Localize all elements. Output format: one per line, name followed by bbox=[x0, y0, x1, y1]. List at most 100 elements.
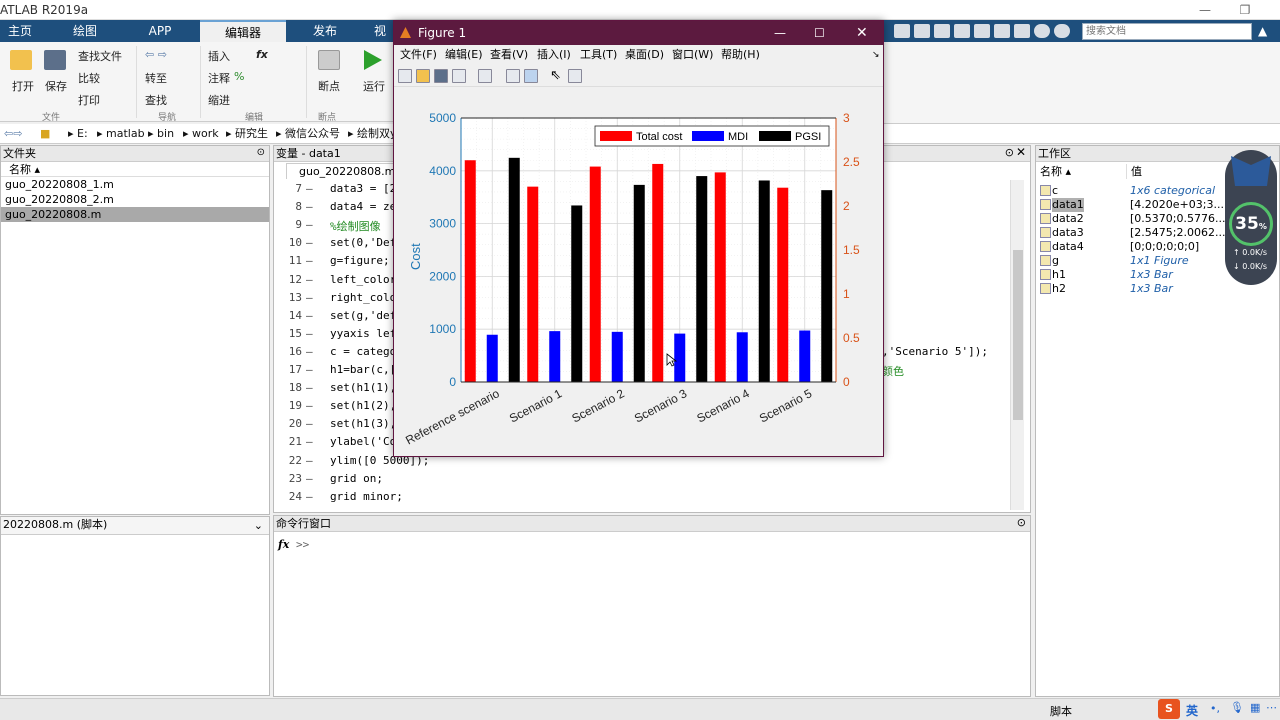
file-item[interactable]: guo_20220808_2.m bbox=[1, 192, 269, 207]
find-button[interactable]: 查找 bbox=[145, 92, 167, 108]
filter-icon[interactable]: ▲ bbox=[1258, 24, 1267, 38]
search-input[interactable]: 搜索文档 bbox=[1082, 23, 1252, 40]
code-line[interactable]: set(h1(2), bbox=[330, 399, 396, 412]
save-figure-icon[interactable] bbox=[434, 69, 448, 83]
breadcrumb-segment[interactable]: ▸ work bbox=[183, 124, 219, 143]
maximize-icon[interactable]: ☐ bbox=[814, 21, 825, 45]
file-item-selected[interactable]: guo_20220808.m bbox=[1, 207, 269, 222]
breakpoint-gutter[interactable]: — bbox=[306, 254, 313, 267]
breakpoint-gutter[interactable]: — bbox=[306, 490, 313, 503]
folder-open-icon[interactable] bbox=[10, 50, 32, 70]
comment-button[interactable]: 注释 bbox=[208, 70, 230, 86]
breadcrumb-segment[interactable]: ▸ E: bbox=[68, 124, 88, 143]
goto-button[interactable]: 转至 bbox=[145, 70, 167, 86]
menu-tools[interactable]: 工具(T) bbox=[580, 45, 617, 65]
menu-insert[interactable]: 插入(I) bbox=[537, 45, 571, 65]
figure-title-bar[interactable]: Figure 1 — ☐ ✕ bbox=[394, 21, 883, 45]
close-icon[interactable]: ✕ bbox=[1016, 145, 1026, 159]
breadcrumb-segment[interactable]: ▸ bin bbox=[148, 124, 174, 143]
edit-plot-arrow-icon[interactable]: ⇖ bbox=[550, 68, 561, 83]
panel-menu-icon[interactable]: ⊙ bbox=[1005, 146, 1014, 159]
panel-menu-icon[interactable]: ⊙ bbox=[257, 147, 265, 158]
breakpoint-gutter[interactable]: — bbox=[306, 309, 313, 322]
code-line[interactable]: grid minor; bbox=[330, 490, 403, 503]
breakpoint-gutter[interactable]: — bbox=[306, 363, 313, 376]
close-icon[interactable]: ✕ bbox=[856, 21, 868, 45]
code-line[interactable]: set(h1(1), bbox=[330, 381, 396, 394]
print-figure-icon[interactable] bbox=[452, 69, 466, 83]
percent-icon[interactable]: % bbox=[234, 70, 244, 83]
tab-home[interactable]: 主页 bbox=[0, 20, 40, 42]
print-button[interactable]: 打印 bbox=[78, 92, 100, 108]
compare-button[interactable]: 比较 bbox=[78, 70, 100, 86]
column-header-name[interactable]: 名称 ▴ bbox=[1, 162, 269, 177]
dropdown-icon[interactable] bbox=[1054, 24, 1070, 38]
minimize-icon[interactable]: — bbox=[1190, 2, 1220, 18]
restore-icon[interactable]: ❐ bbox=[1230, 2, 1260, 18]
code-line[interactable]: grid on; bbox=[330, 472, 383, 485]
code-line[interactable]: set(0,'Def bbox=[330, 236, 396, 249]
code-line[interactable]: set(g,'def bbox=[330, 309, 396, 322]
breakpoint-icon[interactable] bbox=[318, 50, 340, 70]
network-speed-widget[interactable]: 35% ↑ 0.0K/s ↓ 0.0K/s bbox=[1225, 150, 1277, 285]
code-line[interactable]: g=figure; bbox=[330, 254, 390, 267]
menu-help[interactable]: 帮助(H) bbox=[721, 45, 760, 65]
menu-desktop[interactable]: 桌面(D) bbox=[625, 45, 664, 65]
code-line[interactable]: %绘制图像 bbox=[330, 218, 381, 234]
fx-icon[interactable]: fx bbox=[256, 48, 268, 61]
editor-scrollbar[interactable] bbox=[1010, 180, 1024, 510]
breadcrumb-segment[interactable]: ▸ 绘制双y bbox=[348, 124, 397, 143]
find-files-button[interactable]: 查找文件 bbox=[78, 48, 122, 64]
tab-publish[interactable]: 发布 bbox=[290, 20, 360, 42]
code-line[interactable]: ylabel('Co bbox=[330, 435, 396, 448]
breadcrumb-segment[interactable]: ▸ 研究生 bbox=[226, 124, 268, 143]
code-line-tail[interactable]: 颜色 bbox=[882, 363, 904, 379]
back-arrow-icon[interactable]: ⇦ ⇨ bbox=[145, 48, 167, 61]
more-icon[interactable]: ⋯ bbox=[1266, 701, 1277, 714]
undo-icon[interactable] bbox=[974, 24, 990, 38]
command-prompt[interactable]: >> bbox=[296, 538, 309, 551]
breakpoint-gutter[interactable]: — bbox=[306, 291, 313, 304]
breakpoint-gutter[interactable]: — bbox=[306, 236, 313, 249]
microphone-icon[interactable]: 🎙 bbox=[1230, 701, 1244, 714]
insert-button[interactable]: 插入 bbox=[208, 48, 230, 64]
breakpoint-gutter[interactable]: — bbox=[306, 182, 313, 195]
code-line[interactable]: data3 = [2 bbox=[330, 182, 396, 195]
paste-icon[interactable] bbox=[954, 24, 970, 38]
breadcrumb-segment[interactable]: ▸ matlab bbox=[97, 124, 145, 143]
property-inspector-icon[interactable] bbox=[568, 69, 582, 83]
nav-arrows-icon[interactable]: ⇦⇨ bbox=[4, 124, 22, 143]
editor-file-tab[interactable]: guo_20220808.m bbox=[286, 163, 396, 179]
code-line[interactable]: set(h1(3), bbox=[330, 417, 396, 430]
breadcrumb-segment[interactable]: ▸ 微信公众号 bbox=[276, 124, 340, 143]
indent-button[interactable]: 缩进 bbox=[208, 92, 230, 108]
show-plot-tools-icon[interactable] bbox=[524, 69, 538, 83]
panel-menu-icon[interactable]: ⊙ bbox=[1017, 516, 1026, 529]
menu-view[interactable]: 查看(V) bbox=[490, 45, 528, 65]
code-line[interactable]: c = catego bbox=[330, 345, 396, 358]
hide-plot-tools-icon[interactable] bbox=[506, 69, 520, 83]
code-line[interactable]: right_colo bbox=[330, 291, 396, 304]
file-item[interactable]: guo_20220808_1.m bbox=[1, 177, 269, 192]
keyboard-icon[interactable]: ▦ bbox=[1250, 701, 1260, 714]
save-icon[interactable] bbox=[44, 50, 66, 70]
copy-icon[interactable] bbox=[934, 24, 950, 38]
breakpoint-gutter[interactable]: — bbox=[306, 218, 313, 231]
code-line-tail[interactable]: ,'Scenario 5']); bbox=[882, 345, 988, 358]
redo-icon[interactable] bbox=[994, 24, 1010, 38]
breakpoint-gutter[interactable]: — bbox=[306, 417, 313, 430]
tab-plots[interactable]: 绘图 bbox=[50, 20, 120, 42]
minimize-icon[interactable]: — bbox=[774, 21, 786, 45]
breakpoint-gutter[interactable]: — bbox=[306, 454, 313, 467]
switch-window-icon[interactable] bbox=[1014, 24, 1030, 38]
code-line[interactable]: h1=bar(c,[ bbox=[330, 363, 396, 376]
new-figure-icon[interactable] bbox=[398, 69, 412, 83]
save-button[interactable]: 保存 bbox=[45, 78, 67, 94]
breakpoint-gutter[interactable]: — bbox=[306, 273, 313, 286]
chevron-down-icon[interactable]: ⌄ bbox=[254, 519, 263, 532]
variables-tab[interactable]: 变量 - data1 bbox=[276, 147, 341, 160]
breakpoint-gutter[interactable]: — bbox=[306, 435, 313, 448]
menu-file[interactable]: 文件(F) bbox=[400, 45, 437, 65]
workspace-col-value[interactable]: 值 bbox=[1126, 164, 1226, 179]
menu-window[interactable]: 窗口(W) bbox=[672, 45, 713, 65]
